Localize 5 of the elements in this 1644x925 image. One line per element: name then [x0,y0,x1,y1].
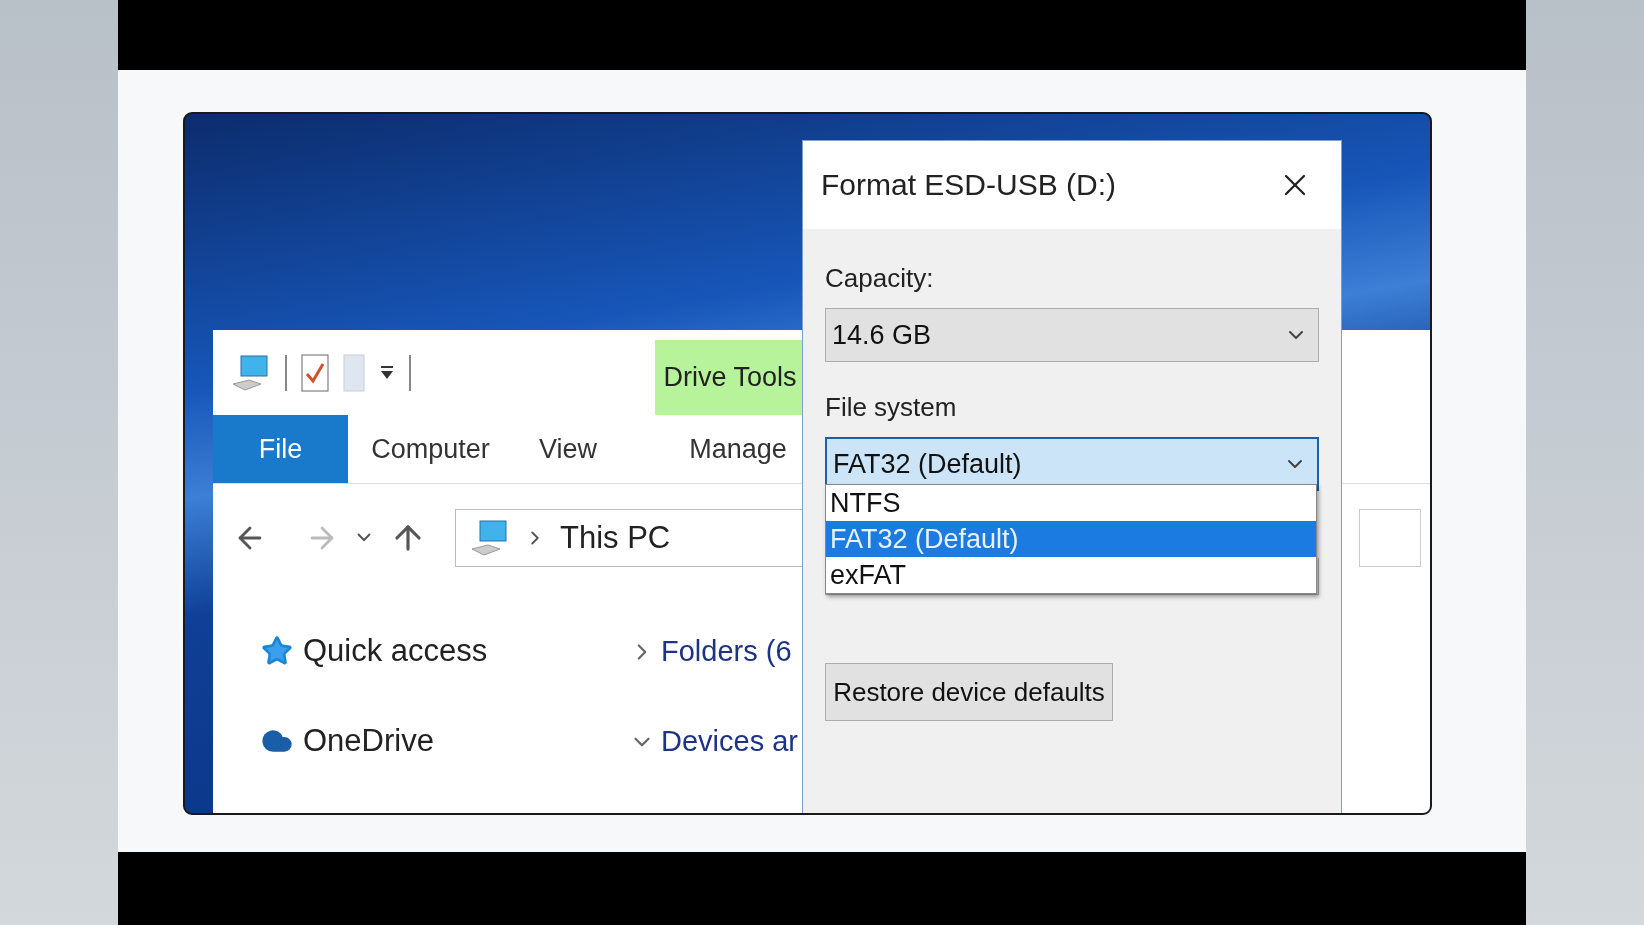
contextual-tab-header: Drive Tools [655,340,805,415]
file-system-label: File system [825,392,958,423]
capacity-label: Capacity: [825,263,935,294]
address-path: This PC [560,519,671,556]
dialog-title: Format ESD-USB (D:) [821,168,1117,202]
